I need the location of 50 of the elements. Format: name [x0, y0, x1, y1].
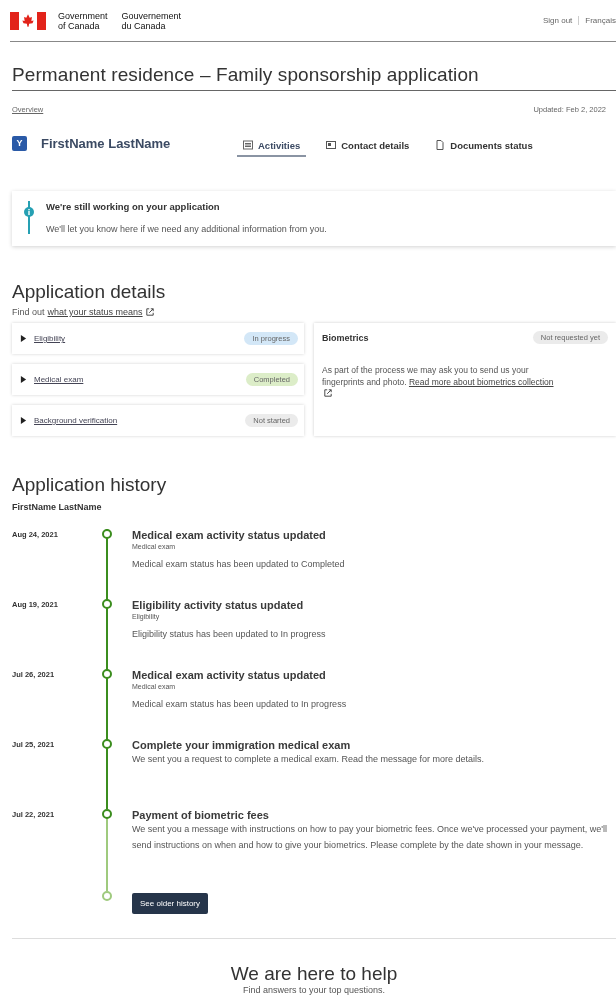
- help-text: Find answers to your top questions.: [241, 985, 387, 995]
- tab[interactable]: Documents status: [429, 135, 539, 157]
- notice-title: We're still working on your application: [46, 201, 221, 212]
- timeline-dot: [102, 669, 112, 679]
- timeline-dot: [102, 599, 112, 609]
- entry-text: We sent you a message with instructions on how to pay your biometric fees. Once we've processed your payment, we'll send instructions on when and how to give your biometrics. Please complete by the date shown in your message.: [132, 823, 608, 852]
- timeline-dot: [102, 529, 112, 539]
- biometrics-text: As part of the process we may ask you to send us your fingerprints and photo. Read more about biometrics collection: [322, 364, 608, 400]
- entry-text: Medical exam status has been updated to Completed: [132, 558, 346, 571]
- list-icon: [243, 140, 253, 150]
- external-link-icon: [324, 389, 332, 397]
- entry-title: Eligibility activity status updated: [132, 599, 305, 611]
- document-icon: [435, 140, 446, 150]
- item-link[interactable]: Eligibility: [34, 334, 66, 343]
- tab[interactable]: Contact details: [320, 135, 416, 157]
- avatar-initial: Y: [12, 135, 27, 151]
- card-title: Biometrics: [322, 332, 369, 343]
- government-wordmark: Government: [58, 10, 108, 21]
- item-link[interactable]: Background verification: [34, 416, 118, 425]
- entry-text: Medical exam status has been updated to In progress: [132, 698, 348, 711]
- government-wordmark: du Canada: [121, 20, 167, 31]
- id-card-icon: [326, 140, 337, 150]
- applicant-name: FirstName LastName: [12, 502, 103, 512]
- entry-title: Medical exam activity status updated: [132, 669, 327, 681]
- page-title: Permanent residence – Family sponsorship application: [12, 64, 616, 91]
- external-link-icon: [145, 308, 154, 316]
- timeline-dot: [102, 891, 112, 901]
- language-link[interactable]: Français: [578, 16, 616, 25]
- entry-title: Complete your immigration medical exam: [132, 739, 352, 751]
- canada-flag-icon: [10, 11, 46, 30]
- help-heading: We are here to help: [229, 963, 399, 985]
- entry-title: Medical exam activity status updated: [132, 529, 327, 541]
- sign-out-link[interactable]: Sign out: [536, 16, 579, 25]
- item-link[interactable]: Medical exam: [34, 375, 84, 384]
- status-link[interactable]: what your status means: [47, 307, 143, 317]
- entry-title: Payment of biometric fees: [132, 809, 270, 821]
- entry-text: Eligibility status has been updated to In progress: [132, 628, 327, 641]
- government-wordmark: of Canada: [58, 20, 101, 31]
- timeline-dot: [102, 809, 112, 819]
- tab[interactable]: Activities: [237, 135, 307, 157]
- applicant-name: FirstName LastName: [41, 135, 172, 151]
- older-history-button[interactable]: See older history: [132, 893, 209, 914]
- section-heading: Application history: [12, 474, 168, 496]
- entry-text: We sent you a request to complete a medical exam. Read the message for more details.: [132, 753, 485, 766]
- intro-text: Find out: [12, 307, 45, 317]
- timeline-dot: [102, 739, 112, 749]
- biometrics-link[interactable]: Read more about biometrics collection: [408, 377, 554, 387]
- section-heading: Application details: [12, 281, 167, 303]
- notice-text: We'll let you know here if we need any additional information from you.: [46, 224, 327, 234]
- government-wordmark: Gouvernement: [121, 10, 182, 21]
